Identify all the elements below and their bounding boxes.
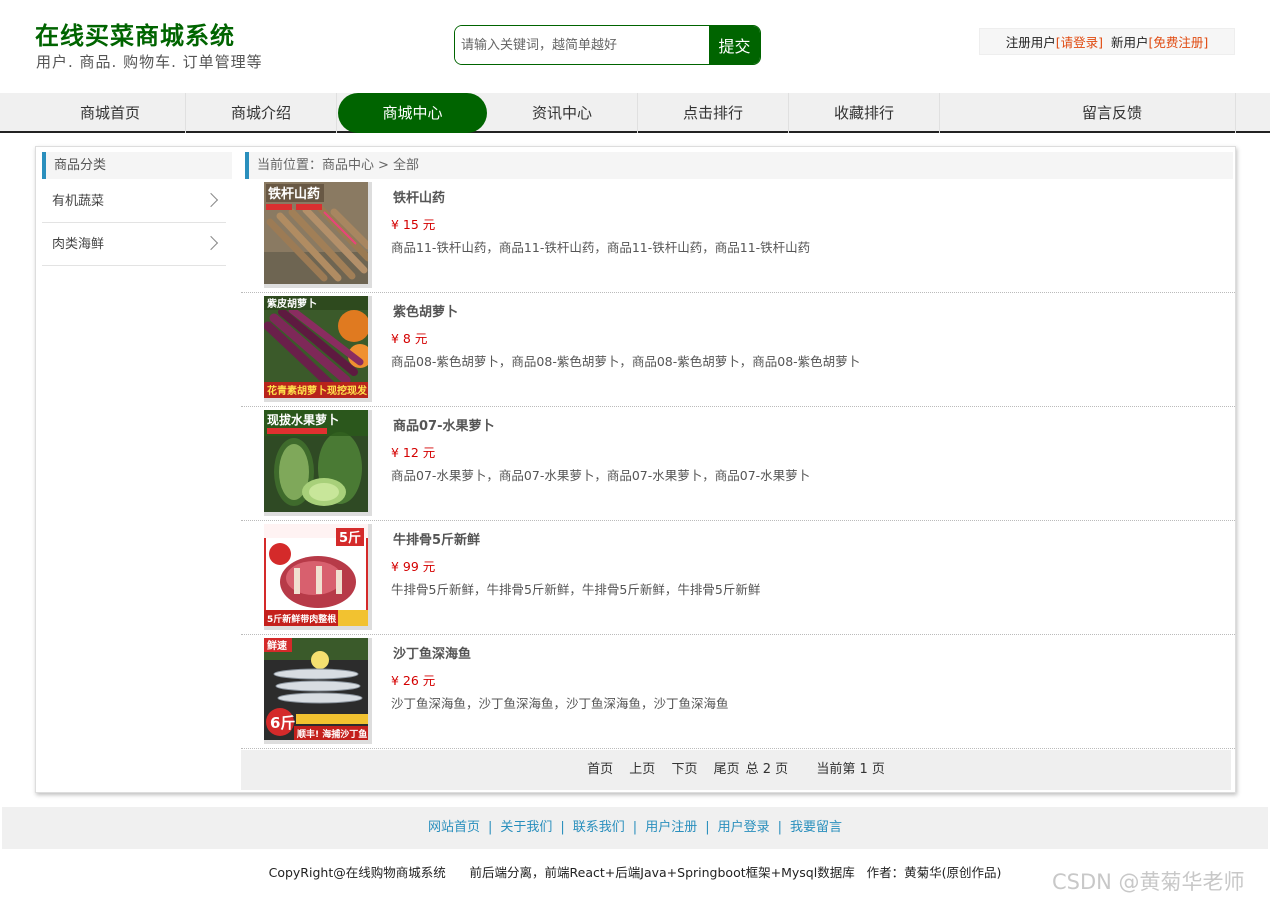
nav-item-news[interactable]: 资讯中心 [487, 93, 638, 133]
product-name[interactable]: 商品07-水果萝卜 [393, 415, 495, 434]
product-image[interactable]: 铁杆山药 [264, 182, 372, 288]
footer-link-about[interactable]: 关于我们 [500, 820, 552, 835]
product-description: 商品11-铁杆山药，商品11-铁杆山药，商品11-铁杆山药，商品11-铁杆山药 [391, 240, 811, 255]
chevron-right-icon [203, 235, 219, 251]
product-description: 沙丁鱼深海鱼，沙丁鱼深海鱼，沙丁鱼深海鱼，沙丁鱼深海鱼 [391, 696, 729, 711]
category-item-meat-seafood[interactable]: 肉类海鲜 [42, 223, 226, 266]
search-form: 提交 [454, 25, 761, 65]
product-name[interactable]: 沙丁鱼深海鱼 [393, 643, 471, 662]
svg-text:花青素胡萝卜现挖现发: 花青素胡萝卜现挖现发 [267, 384, 368, 397]
product-image[interactable]: 鲜速 6斤 顺丰! 海捕沙丁鱼 [264, 638, 372, 744]
content-panel: 商品分类 有机蔬菜 肉类海鲜 当前位置：商品中心 > 全部 铁杆山药 铁杆山药 … [35, 146, 1236, 793]
product-price: ¥ 12 元 [391, 445, 436, 460]
product-row: 5斤 5斤新鲜带肉整根 牛排骨5斤新鲜 ¥ 99 元 牛排骨5斤新鲜，牛排骨5斤… [241, 521, 1235, 635]
pager-next-link[interactable]: 下页 [671, 762, 697, 777]
product-image-caption: 紫皮胡萝卜 [267, 297, 317, 310]
pager-total: 总 2 页 [745, 762, 789, 777]
product-image-caption: 现拔水果萝卜 [267, 412, 339, 427]
svg-text:鲜速: 鲜速 [267, 639, 287, 652]
registered-user-label: 注册用户 [1005, 35, 1056, 50]
breadcrumb-mall-center[interactable]: 商品中心 [322, 158, 374, 173]
site-subtitle: 用户. 商品. 购物车. 订单管理等 [36, 53, 263, 71]
product-name[interactable]: 铁杆山药 [393, 187, 445, 206]
pager-prev-link[interactable]: 上页 [629, 762, 655, 777]
pager-last-link[interactable]: 尾页 [714, 762, 740, 777]
footer-link-contact[interactable]: 联系我们 [573, 820, 625, 835]
watermark: CSDN @黄菊华老师 [1052, 870, 1245, 894]
nav-item-home[interactable]: 商城首页 [35, 93, 186, 133]
product-row: 鲜速 6斤 顺丰! 海捕沙丁鱼 沙丁鱼深海鱼 ¥ 26 元 沙丁鱼深海鱼，沙丁鱼… [241, 635, 1235, 749]
category-item-vegetables[interactable]: 有机蔬菜 [42, 180, 226, 223]
breadcrumb-all[interactable]: 全部 [393, 158, 419, 173]
footer-link-register[interactable]: 用户注册 [645, 820, 697, 835]
svg-text:顺丰! 海捕沙丁鱼: 顺丰! 海捕沙丁鱼 [297, 728, 367, 740]
nav-item-mall-center[interactable]: 商城中心 [338, 93, 487, 133]
nav-item-favorite-rank[interactable]: 收藏排行 [789, 93, 940, 133]
product-description: 牛排骨5斤新鲜，牛排骨5斤新鲜，牛排骨5斤新鲜，牛排骨5斤新鲜 [391, 582, 761, 597]
product-description: 商品08-紫色胡萝卜，商品08-紫色胡萝卜，商品08-紫色胡萝卜，商品08-紫色… [391, 354, 861, 369]
product-image-caption: 铁杆山药 [267, 186, 320, 202]
breadcrumb-prefix: 当前位置： [257, 158, 323, 173]
search-input[interactable] [455, 26, 709, 64]
site-header: 在线买菜商城系统 用户. 商品. 购物车. 订单管理等 提交 注册用户 [请登录… [0, 0, 1270, 93]
product-price: ¥ 99 元 [391, 559, 436, 574]
product-row: 现拔水果萝卜 商品07-水果萝卜 ¥ 12 元 商品07-水果萝卜，商品07-水… [241, 407, 1235, 521]
login-link[interactable]: [请登录] [1056, 32, 1103, 51]
site-title[interactable]: 在线买菜商城系统 [35, 16, 235, 51]
product-name[interactable]: 牛排骨5斤新鲜 [393, 529, 480, 548]
breadcrumb-separator: > [378, 158, 389, 173]
product-description: 商品07-水果萝卜，商品07-水果萝卜，商品07-水果萝卜，商品07-水果萝卜 [391, 468, 811, 483]
footer-link-login[interactable]: 用户登录 [718, 820, 770, 835]
register-link[interactable]: [免费注册] [1149, 32, 1209, 51]
product-row: 紫皮胡萝卜 花青素胡萝卜现挖现发 紫色胡萝卜 ¥ 8 元 商品08-紫色胡萝卜，… [241, 293, 1235, 407]
nav-item-about[interactable]: 商城介绍 [186, 93, 337, 133]
breadcrumb: 当前位置：商品中心 > 全部 [245, 152, 1233, 179]
category-label: 肉类海鲜 [52, 237, 105, 252]
product-image[interactable]: 5斤 5斤新鲜带肉整根 [264, 524, 372, 630]
product-image[interactable]: 紫皮胡萝卜 花青素胡萝卜现挖现发 [264, 296, 372, 402]
category-label: 有机蔬菜 [52, 194, 105, 209]
category-title: 商品分类 [42, 152, 232, 179]
nav-item-feedback[interactable]: 留言反馈 [940, 93, 1236, 133]
pagination: 首页 上页 下页 尾页总 2 页 当前第 1 页 [241, 750, 1231, 790]
product-image[interactable]: 现拔水果萝卜 [264, 410, 372, 516]
product-image-caption: 5斤 [339, 530, 361, 546]
pager-current: 当前第 1 页 [816, 762, 885, 777]
new-user-label: 新用户 [1111, 35, 1149, 50]
svg-text:5斤新鲜带肉整根: 5斤新鲜带肉整根 [267, 613, 337, 625]
product-image-caption: 6斤 [270, 714, 295, 732]
footer-links: 网站首页 | 关于我们 | 联系我们 | 用户注册 | 用户登录 | 我要留言 [2, 807, 1268, 849]
search-submit-button[interactable]: 提交 [709, 26, 760, 64]
footer-link-message[interactable]: 我要留言 [790, 820, 842, 835]
product-name[interactable]: 紫色胡萝卜 [393, 301, 458, 320]
nav-item-click-rank[interactable]: 点击排行 [638, 93, 789, 133]
product-price: ¥ 15 元 [391, 217, 436, 232]
product-price: ¥ 8 元 [391, 331, 428, 346]
main-nav: 商城首页 商城介绍 商城中心 资讯中心 点击排行 收藏排行 留言反馈 [0, 93, 1270, 133]
pager-first-link[interactable]: 首页 [587, 762, 613, 777]
footer-link-home[interactable]: 网站首页 [428, 820, 480, 835]
product-row: 铁杆山药 铁杆山药 ¥ 15 元 商品11-铁杆山药，商品11-铁杆山药，商品1… [241, 179, 1235, 293]
product-price: ¥ 26 元 [391, 673, 436, 688]
user-box: 注册用户 [请登录] 新用户 [免费注册] [979, 28, 1235, 55]
chevron-right-icon [203, 192, 219, 208]
